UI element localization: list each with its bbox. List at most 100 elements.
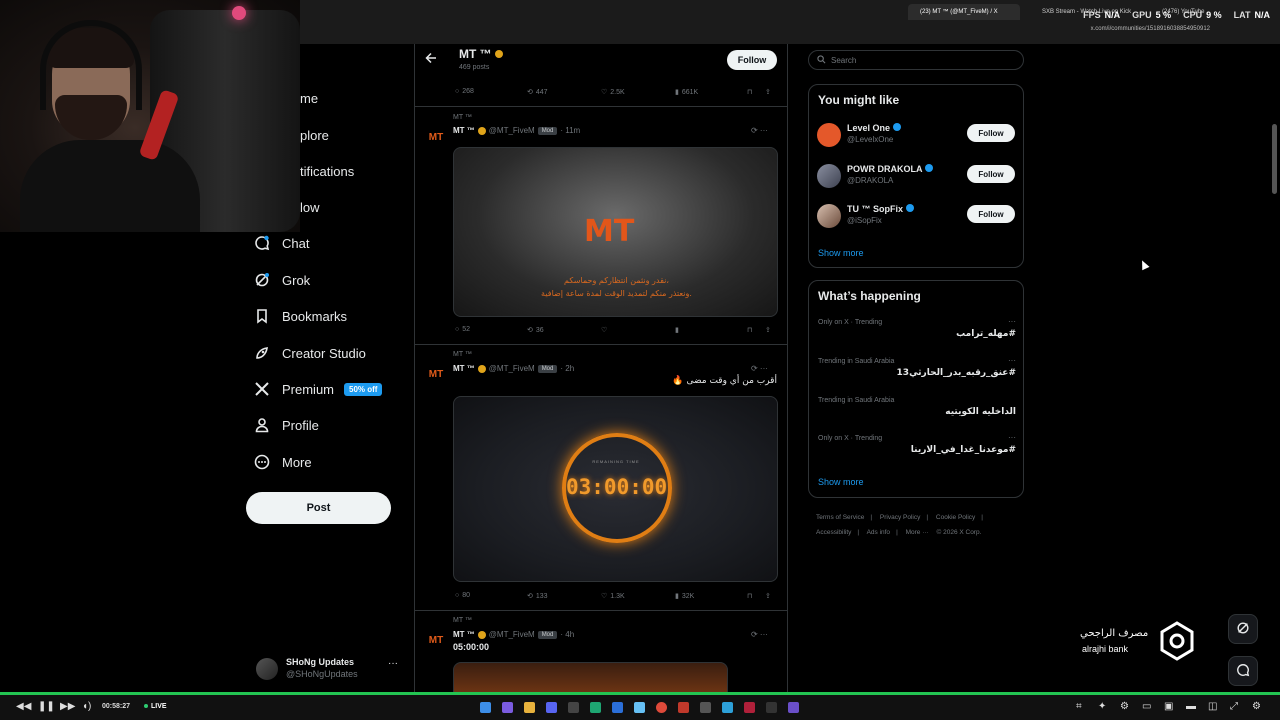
app-icon[interactable] [502, 702, 513, 713]
folder-icon[interactable] [524, 702, 535, 713]
repost-button[interactable]: ⟲ 447 [527, 88, 548, 97]
like-button[interactable]: ♡ [601, 326, 607, 334]
tweet-menu[interactable]: ⟳ ··· [751, 126, 768, 135]
forward-icon[interactable]: ▶▶ [60, 701, 75, 712]
author-name[interactable]: MT ™ [453, 126, 475, 135]
community-tag[interactable]: MT ™ [453, 617, 472, 624]
nav-explore-cut[interactable]: plore [300, 128, 329, 143]
footer-link[interactable]: Privacy Policy [880, 514, 920, 521]
more-dots-icon[interactable]: ··· [388, 658, 398, 669]
author-handle[interactable]: @MT_FiveM [489, 364, 535, 373]
more-dots-icon[interactable]: ··· [1008, 433, 1016, 442]
gear-icon[interactable]: ⚙ [1252, 701, 1261, 712]
share-button[interactable]: ⇪ [765, 88, 771, 96]
nav-chat[interactable]: Chat [254, 231, 309, 255]
views-button[interactable]: ▮ 661K [675, 88, 698, 97]
x-logo-icon[interactable] [766, 702, 777, 713]
avatar[interactable]: MT [427, 365, 445, 383]
search-input[interactable]: Search [808, 50, 1024, 70]
nav-home-cut[interactable]: me [300, 91, 318, 106]
author-handle[interactable]: @MT_FiveM [489, 630, 535, 639]
avatar[interactable]: MT [427, 128, 445, 146]
trend-item[interactable]: Trending in Saudi Arabia الداخليه الكويت… [818, 397, 1016, 429]
pip-icon[interactable]: ◫ [1208, 701, 1217, 712]
author-name[interactable]: MT ™ [453, 630, 475, 639]
steam-icon[interactable] [634, 702, 645, 713]
edge-icon[interactable] [722, 702, 733, 713]
app-icon[interactable] [612, 702, 623, 713]
show-more-link[interactable]: Show more [818, 248, 864, 258]
tweet-media-image[interactable]: REMAINING TIME 03:00:00 [453, 396, 778, 582]
browser-tab-active[interactable]: (23) MT ™ (@MT_FiveM) / X [908, 4, 1020, 20]
app-icon[interactable] [568, 702, 579, 713]
trend-item[interactable]: Trending in Saudi Arabia ··· #عنق_رقبه_ب… [818, 356, 1016, 390]
author-name[interactable]: MT ™ [453, 364, 475, 373]
footer-link[interactable]: Cookie Policy [936, 514, 975, 521]
nav-bookmarks[interactable]: Bookmarks [254, 304, 347, 328]
tweet-media-image[interactable] [453, 662, 728, 692]
back-arrow-icon[interactable] [425, 52, 437, 67]
community-tag[interactable]: MT ™ [453, 114, 472, 121]
nav-profile[interactable]: Profile [254, 413, 319, 437]
repost-button[interactable]: ⟲ 36 [527, 326, 544, 335]
follow-button[interactable]: Follow [967, 205, 1015, 223]
suggestion-item[interactable]: Level One @LevelxOne Follow [817, 121, 1017, 151]
opera-icon[interactable] [678, 702, 689, 713]
views-button[interactable]: ▮ 32K [675, 592, 694, 601]
discord-icon[interactable] [546, 702, 557, 713]
bookmark-button[interactable]: ⊓ [747, 592, 752, 600]
views-button[interactable]: ▮ [675, 326, 679, 334]
app-icon[interactable] [700, 702, 711, 713]
more-dots-icon[interactable]: ··· [1008, 317, 1016, 326]
sparkle-icon[interactable]: ✦ [1098, 701, 1106, 712]
footer-link[interactable]: Terms of Service [816, 514, 864, 521]
bookmark-button[interactable]: ⊓ [747, 326, 752, 334]
like-button[interactable]: ♡ 2.5K [601, 88, 625, 97]
footer-link[interactable]: Ads info [867, 529, 891, 536]
avatar[interactable]: MT [427, 631, 445, 649]
repost-button[interactable]: ⟲ 133 [527, 592, 548, 601]
follow-community-button[interactable]: Follow [727, 50, 777, 70]
tweet-menu[interactable]: ⟳ ··· [751, 364, 768, 373]
rewind-icon[interactable]: ◀◀ [16, 701, 31, 712]
account-switcher[interactable]: SHoNg Updates @SHoNgUpdates ··· [256, 654, 406, 684]
nav-premium[interactable]: Premium 50% off [254, 377, 383, 401]
settings-icon[interactable]: ⚙ [1120, 701, 1129, 712]
tweet-menu[interactable]: ⟳ ··· [751, 630, 768, 639]
nav-notifications-cut[interactable]: tifications [300, 164, 354, 179]
suggestion-item[interactable]: POWR DRAKOLA @DRAKOLA Follow [817, 162, 1017, 192]
tweet-media-image[interactable]: MT نقدر ونثمن انتظاركم وحماسكم، ونعتذر م… [453, 147, 778, 317]
more-dots-icon[interactable]: ··· [1008, 356, 1016, 365]
grok-fab-button[interactable] [1228, 614, 1258, 644]
app-icon[interactable] [590, 702, 601, 713]
nav-creator-studio[interactable]: Creator Studio [254, 341, 366, 365]
footer-link[interactable]: More ··· [906, 529, 929, 536]
app-icon[interactable] [744, 702, 755, 713]
volume-icon[interactable]: ◖) [82, 701, 91, 712]
post-button[interactable]: Post [246, 492, 391, 524]
fullscreen-icon[interactable]: ⤢ [1230, 701, 1238, 712]
share-button[interactable]: ⇪ [765, 592, 771, 600]
windows-start-icon[interactable] [480, 702, 491, 713]
author-handle[interactable]: @MT_FiveM [489, 126, 535, 135]
community-tag[interactable]: MT ™ [453, 351, 472, 358]
share-button[interactable]: ⇪ [765, 326, 771, 334]
crop-icon[interactable]: ⌗ [1076, 701, 1082, 712]
follow-button[interactable]: Follow [967, 124, 1015, 142]
footer-link[interactable]: Accessibility [816, 529, 851, 536]
subtitles-icon[interactable]: ▭ [1142, 701, 1151, 712]
nav-more[interactable]: More [254, 450, 312, 474]
suggestion-item[interactable]: TU ™ SopFix @iSopFix Follow [817, 202, 1017, 232]
messages-fab-button[interactable] [1228, 656, 1258, 686]
trend-item[interactable]: Only on X · Trending ··· #موعدنا_غدا_في_… [818, 433, 1016, 467]
follow-button[interactable]: Follow [967, 165, 1015, 183]
like-button[interactable]: ♡ 1.3K [601, 592, 625, 601]
bookmark-button[interactable]: ⊓ [747, 88, 752, 96]
chrome-icon[interactable] [656, 702, 667, 713]
miniplayer-icon[interactable]: ▣ [1164, 701, 1173, 712]
address-bar[interactable]: x.com/i/communities/1518916038854950912 [300, 24, 1280, 40]
reply-button[interactable]: ○ 52 [455, 326, 470, 333]
app-icon[interactable] [788, 702, 799, 713]
show-more-link[interactable]: Show more [818, 477, 864, 487]
reply-button[interactable]: ○ 268 [455, 88, 474, 95]
